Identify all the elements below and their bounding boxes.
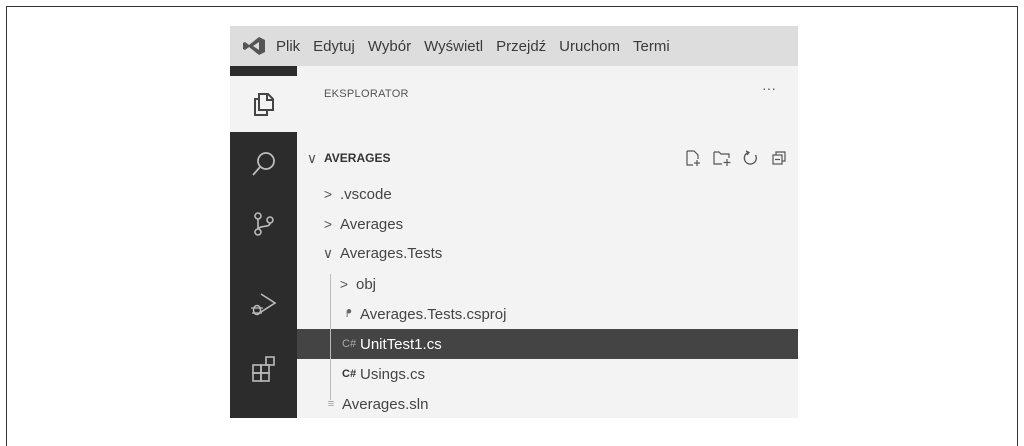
rss-icon: ᖰ: [346, 307, 352, 320]
tree-item-averages[interactable]: > Averages: [297, 209, 798, 239]
tree-item-label: .vscode: [340, 185, 392, 203]
more-actions-icon[interactable]: ···: [762, 80, 776, 96]
chevron-down-icon: ∨: [306, 149, 318, 166]
vscode-logo-icon: [243, 37, 265, 55]
chevron-right-icon: >: [323, 216, 333, 232]
new-file-icon[interactable]: [684, 149, 702, 167]
tree-item-sln[interactable]: ≡ Averages.sln: [297, 389, 798, 418]
lines-icon: ≡: [327, 398, 335, 410]
activity-extensions[interactable]: [230, 341, 297, 397]
menu-selection[interactable]: Wybór: [368, 38, 411, 55]
tree-item-label: Usings.cs: [360, 365, 426, 383]
tree-item-label: Averages.sln: [342, 395, 429, 413]
chevron-down-icon: ∨: [322, 244, 334, 261]
menu-file[interactable]: Plik: [276, 38, 300, 55]
tree-item-obj[interactable]: > obj: [297, 269, 798, 299]
tree-item-label: Averages: [340, 215, 404, 233]
activity-bar: [230, 66, 297, 418]
menu-edit[interactable]: Edytuj: [313, 38, 355, 55]
root-folder-label: AVERAGES: [324, 151, 391, 165]
menu-terminal[interactable]: Termi: [633, 38, 670, 55]
activity-explorer[interactable]: [230, 76, 297, 132]
tree-item-csproj[interactable]: ᖰ Averages.Tests.csproj: [297, 299, 798, 329]
new-folder-icon[interactable]: [712, 149, 732, 167]
menu-run[interactable]: Uruchom: [559, 38, 620, 55]
explorer-sidebar: EKSPLORATOR ··· ∨ AVERAGES > .vscode > A…: [297, 66, 798, 418]
explorer-title: EKSPLORATOR: [324, 88, 409, 100]
tree-indent-guide: [330, 274, 331, 400]
activity-source-control[interactable]: [230, 196, 297, 252]
run-debug-icon: [250, 293, 276, 316]
root-actions: [684, 149, 788, 167]
menu-bar: Plik Edytuj Wybór Wyświetl Przejdź Uruch…: [230, 26, 798, 66]
refresh-icon[interactable]: [742, 149, 760, 167]
extensions-icon: [251, 356, 275, 382]
tree-item-label: Averages.Tests: [340, 244, 443, 262]
source-control-icon: [253, 212, 274, 236]
tree-item-unittest1[interactable]: C# UnitTest1.cs: [297, 329, 798, 359]
activity-run-debug[interactable]: [230, 276, 297, 332]
csharp-icon: C#: [342, 338, 357, 350]
files-icon: [253, 93, 274, 116]
search-icon: [251, 152, 275, 176]
tree-item-label: Averages.Tests.csproj: [360, 305, 507, 323]
tree-item-averages-tests[interactable]: ∨ Averages.Tests: [297, 238, 798, 268]
collapse-all-icon[interactable]: [770, 149, 788, 167]
tree-item-label: obj: [356, 275, 377, 293]
chevron-right-icon: >: [323, 186, 333, 202]
tree-item-vscode[interactable]: > .vscode: [297, 179, 798, 209]
menu-go[interactable]: Przejdź: [496, 38, 546, 55]
csharp-icon: C#: [342, 368, 357, 380]
tree-root[interactable]: ∨ AVERAGES: [297, 143, 798, 173]
chevron-right-icon: >: [339, 276, 349, 292]
tree-item-label: UnitTest1.cs: [360, 335, 442, 353]
activity-search[interactable]: [230, 136, 297, 192]
menu-view[interactable]: Wyświetl: [424, 38, 483, 55]
tree-item-usings[interactable]: C# Usings.cs: [297, 359, 798, 389]
vscode-window: Plik Edytuj Wybór Wyświetl Przejdź Uruch…: [230, 26, 798, 418]
